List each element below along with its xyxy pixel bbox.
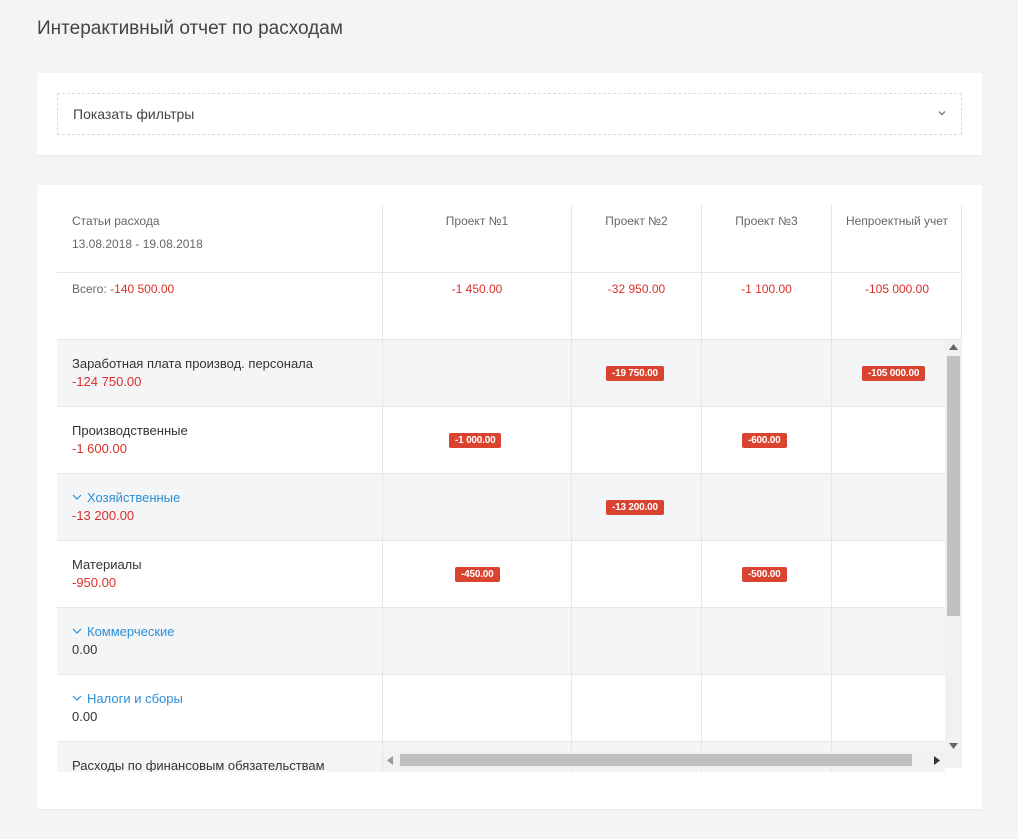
total-non-project: -105 000.00 — [864, 282, 930, 296]
scroll-right-arrow-icon[interactable] — [934, 756, 940, 765]
row-value-commercial: 0.00 — [72, 642, 98, 657]
scroll-up-arrow-icon[interactable] — [949, 344, 958, 350]
scroll-left-arrow-icon[interactable] — [387, 756, 393, 765]
amount-badge: -500.00 — [742, 567, 787, 582]
row-value-salary: -124 750.00 — [72, 374, 142, 389]
row-label-household[interactable]: Хозяйственные — [72, 490, 180, 505]
total-project-2: -32 950.00 — [607, 282, 666, 296]
row-value-materials: -950.00 — [72, 575, 117, 590]
table-row — [57, 541, 945, 608]
row-value-production: -1 600.00 — [72, 441, 127, 456]
expense-table: Статьи расхода 13.08.2018 - 19.08.2018 П… — [57, 205, 962, 772]
row-label-commercial[interactable]: Коммерческие — [72, 624, 175, 639]
table-row[interactable] — [57, 675, 945, 742]
horizontal-scrollbar-thumb[interactable] — [400, 754, 912, 766]
date-range: 13.08.2018 - 19.08.2018 — [72, 237, 203, 251]
expense-report-panel: Статьи расхода 13.08.2018 - 19.08.2018 П… — [37, 185, 982, 809]
column-header-project-3: Проект №3 — [735, 214, 798, 228]
chevron-down-icon — [72, 494, 82, 500]
column-header-project-1: Проект №1 — [445, 214, 509, 228]
table-row[interactable] — [57, 474, 945, 541]
horizontal-scrollbar[interactable] — [383, 752, 962, 768]
show-filters-label: Показать фильтры — [73, 106, 195, 122]
expense-items-header: Статьи расхода — [72, 214, 160, 228]
total-project-1: -1 450.00 — [451, 282, 503, 296]
column-header-non-project: Непроектный учет — [845, 214, 949, 228]
table-row[interactable] — [57, 608, 945, 675]
vertical-scrollbar-thumb[interactable] — [947, 356, 960, 616]
column-header-project-2: Проект №2 — [605, 214, 668, 228]
amount-badge: -105 000.00 — [862, 366, 926, 381]
amount-badge: -1 000.00 — [449, 433, 502, 448]
chevron-down-icon — [72, 628, 82, 634]
row-label-materials: Материалы — [72, 557, 142, 572]
row-label-taxes[interactable]: Налоги и сборы — [72, 691, 183, 706]
row-label-salary: Заработная плата производ. персонала — [72, 356, 314, 371]
filter-panel: Показать фильтры — [37, 73, 982, 155]
total-project-3: -1 100.00 — [741, 282, 792, 296]
row-label-financial-obligations: Расходы по финансовым обязательствам — [72, 758, 325, 772]
row-label-production: Производственные — [72, 423, 188, 438]
page-title: Интерактивный отчет по расходам — [37, 18, 343, 39]
chevron-down-icon — [938, 111, 946, 116]
row-value-taxes: 0.00 — [72, 709, 98, 724]
amount-badge: -600.00 — [742, 433, 787, 448]
chevron-down-icon — [72, 695, 82, 701]
amount-badge: -450.00 — [455, 567, 500, 582]
total-value: -140 500.00 — [110, 282, 175, 296]
show-filters-toggle[interactable]: Показать фильтры — [57, 93, 962, 135]
total-label: Всего: — [72, 282, 107, 296]
vertical-scrollbar[interactable] — [945, 340, 962, 754]
table-row — [57, 340, 945, 407]
amount-badge: -19 750.00 — [606, 366, 664, 381]
scroll-down-arrow-icon[interactable] — [949, 743, 958, 749]
row-value-household: -13 200.00 — [72, 508, 135, 523]
total-row-label: Всего: -140 500.00 — [72, 282, 174, 296]
amount-badge: -13 200.00 — [606, 500, 664, 515]
